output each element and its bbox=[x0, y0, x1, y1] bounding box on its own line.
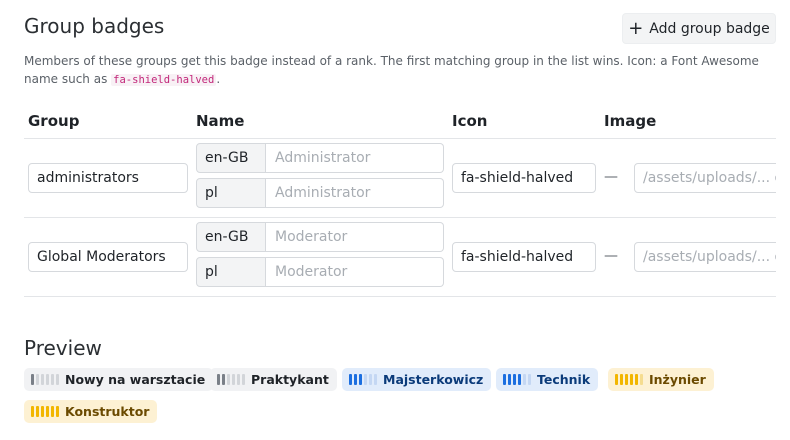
column-header-group: Group bbox=[28, 112, 80, 130]
name-field-en-gb: en-GB Administrator bbox=[196, 143, 444, 173]
description: Members of these groups get this badge i… bbox=[24, 52, 764, 89]
column-header-name: Name bbox=[196, 112, 245, 130]
badge-label: Konstruktor bbox=[65, 404, 150, 419]
rank-badge: Nowy na warsztacie bbox=[24, 368, 214, 391]
level-bar bbox=[31, 374, 34, 385]
level-bar bbox=[46, 406, 49, 417]
level-bar bbox=[56, 374, 59, 385]
level-bar bbox=[625, 374, 628, 385]
level-bar bbox=[503, 374, 506, 385]
level-bar bbox=[635, 374, 638, 385]
level-bar bbox=[36, 374, 39, 385]
table-row: Global Moderators en-GB Moderator pl Mod… bbox=[24, 218, 776, 297]
level-bar bbox=[31, 406, 34, 417]
image-input[interactable]: /assets/uploads/... or bbox=[634, 163, 776, 193]
rank-badge: Konstruktor bbox=[24, 400, 158, 423]
level-bar bbox=[354, 374, 357, 385]
level-bar bbox=[374, 374, 377, 385]
name-field-en-gb: en-GB Moderator bbox=[196, 222, 444, 252]
level-bar bbox=[513, 374, 516, 385]
level-bar bbox=[640, 374, 643, 385]
level-bar bbox=[364, 374, 367, 385]
badge-label: Praktykant bbox=[251, 372, 329, 387]
level-bar bbox=[528, 374, 531, 385]
name-input[interactable]: Moderator bbox=[266, 257, 444, 287]
level-bar bbox=[217, 374, 220, 385]
level-bar bbox=[615, 374, 618, 385]
image-input[interactable]: /assets/uploads/... or bbox=[634, 242, 776, 272]
level-bar bbox=[349, 374, 352, 385]
rank-badge: Inżynier bbox=[608, 368, 714, 391]
level-bar bbox=[227, 374, 230, 385]
level-bar bbox=[523, 374, 526, 385]
group-badges-table: Group Name Icon Image administrators en-… bbox=[24, 108, 776, 297]
level-bar bbox=[508, 374, 511, 385]
name-field-pl: pl Administrator bbox=[196, 178, 444, 208]
group-input[interactable]: Global Moderators bbox=[28, 242, 188, 272]
level-bar bbox=[56, 406, 59, 417]
level-bar bbox=[369, 374, 372, 385]
level-bars-icon bbox=[217, 374, 245, 385]
table-row: administrators en-GB Administrator pl Ad… bbox=[24, 139, 776, 218]
language-label: pl bbox=[196, 257, 266, 287]
description-suffix: . bbox=[216, 72, 221, 86]
level-bar bbox=[36, 406, 39, 417]
level-bar bbox=[51, 406, 54, 417]
badge-label: Nowy na warsztacie bbox=[65, 372, 206, 387]
column-header-image: Image bbox=[604, 112, 657, 130]
add-group-badge-label: Add group badge bbox=[649, 20, 770, 37]
level-bars-icon bbox=[31, 374, 59, 385]
level-bar bbox=[51, 374, 54, 385]
page-title: Group badges bbox=[24, 14, 165, 38]
level-bar bbox=[222, 374, 225, 385]
level-bars-icon bbox=[615, 374, 643, 385]
language-label: en-GB bbox=[196, 222, 266, 252]
column-header-icon: Icon bbox=[452, 112, 488, 130]
badge-label: Technik bbox=[537, 372, 591, 387]
level-bar bbox=[620, 374, 623, 385]
level-bar bbox=[41, 374, 44, 385]
add-group-badge-button[interactable]: + Add group badge bbox=[622, 13, 776, 44]
level-bar bbox=[242, 374, 245, 385]
icon-input[interactable]: fa-shield-halved bbox=[452, 242, 596, 272]
rank-badge: Praktykant bbox=[210, 368, 337, 391]
level-bars-icon bbox=[31, 406, 59, 417]
language-label: en-GB bbox=[196, 143, 266, 173]
name-field-pl: pl Moderator bbox=[196, 257, 444, 287]
icon-example-code: fa-shield-halved bbox=[111, 74, 217, 86]
plus-icon: + bbox=[628, 17, 644, 39]
rank-badge: Technik bbox=[496, 368, 599, 391]
icon-preview-placeholder: — bbox=[604, 248, 618, 264]
table-header: Group Name Icon Image bbox=[24, 108, 776, 139]
group-input[interactable]: administrators bbox=[28, 163, 188, 193]
level-bar bbox=[630, 374, 633, 385]
level-bars-icon bbox=[349, 374, 377, 385]
language-label: pl bbox=[196, 178, 266, 208]
badge-label: Inżynier bbox=[649, 372, 706, 387]
level-bar bbox=[237, 374, 240, 385]
rank-badge: Majsterkowicz bbox=[342, 368, 492, 391]
name-input[interactable]: Moderator bbox=[266, 222, 444, 252]
level-bar bbox=[232, 374, 235, 385]
name-input[interactable]: Administrator bbox=[266, 178, 444, 208]
level-bar bbox=[41, 406, 44, 417]
icon-input[interactable]: fa-shield-halved bbox=[452, 163, 596, 193]
level-bars-icon bbox=[503, 374, 531, 385]
name-input[interactable]: Administrator bbox=[266, 143, 444, 173]
level-bar bbox=[359, 374, 362, 385]
badge-label: Majsterkowicz bbox=[383, 372, 484, 387]
level-bar bbox=[46, 374, 49, 385]
level-bar bbox=[518, 374, 521, 385]
preview-title: Preview bbox=[24, 336, 102, 360]
icon-preview-placeholder: — bbox=[604, 169, 618, 185]
